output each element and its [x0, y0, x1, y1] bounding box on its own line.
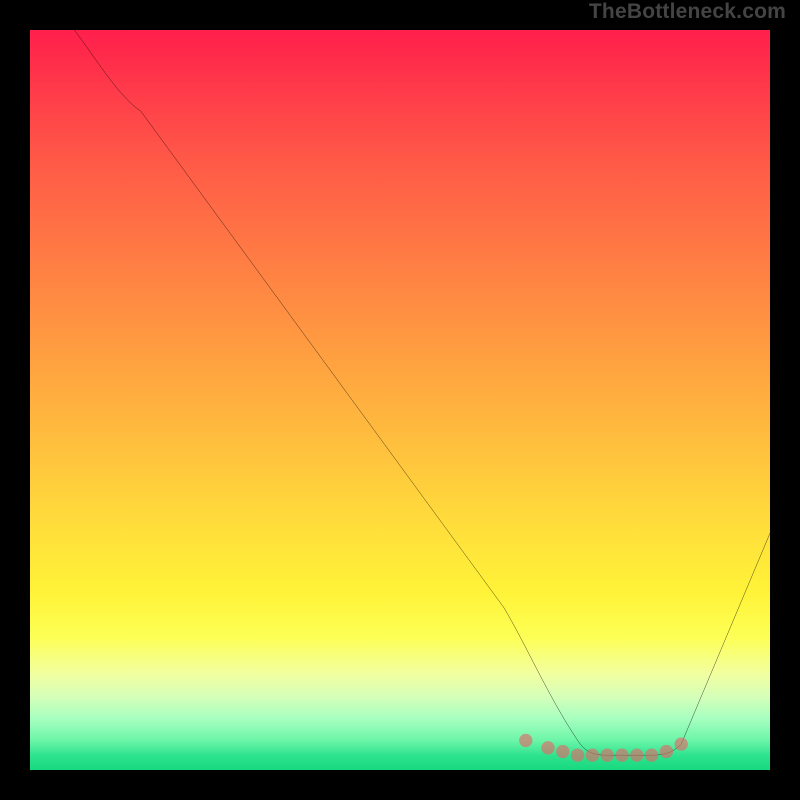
watermark-text: TheBottleneck.com [589, 0, 786, 24]
chart-frame: TheBottleneck.com [0, 0, 800, 800]
heat-gradient [30, 30, 770, 770]
plot-area [30, 30, 770, 770]
